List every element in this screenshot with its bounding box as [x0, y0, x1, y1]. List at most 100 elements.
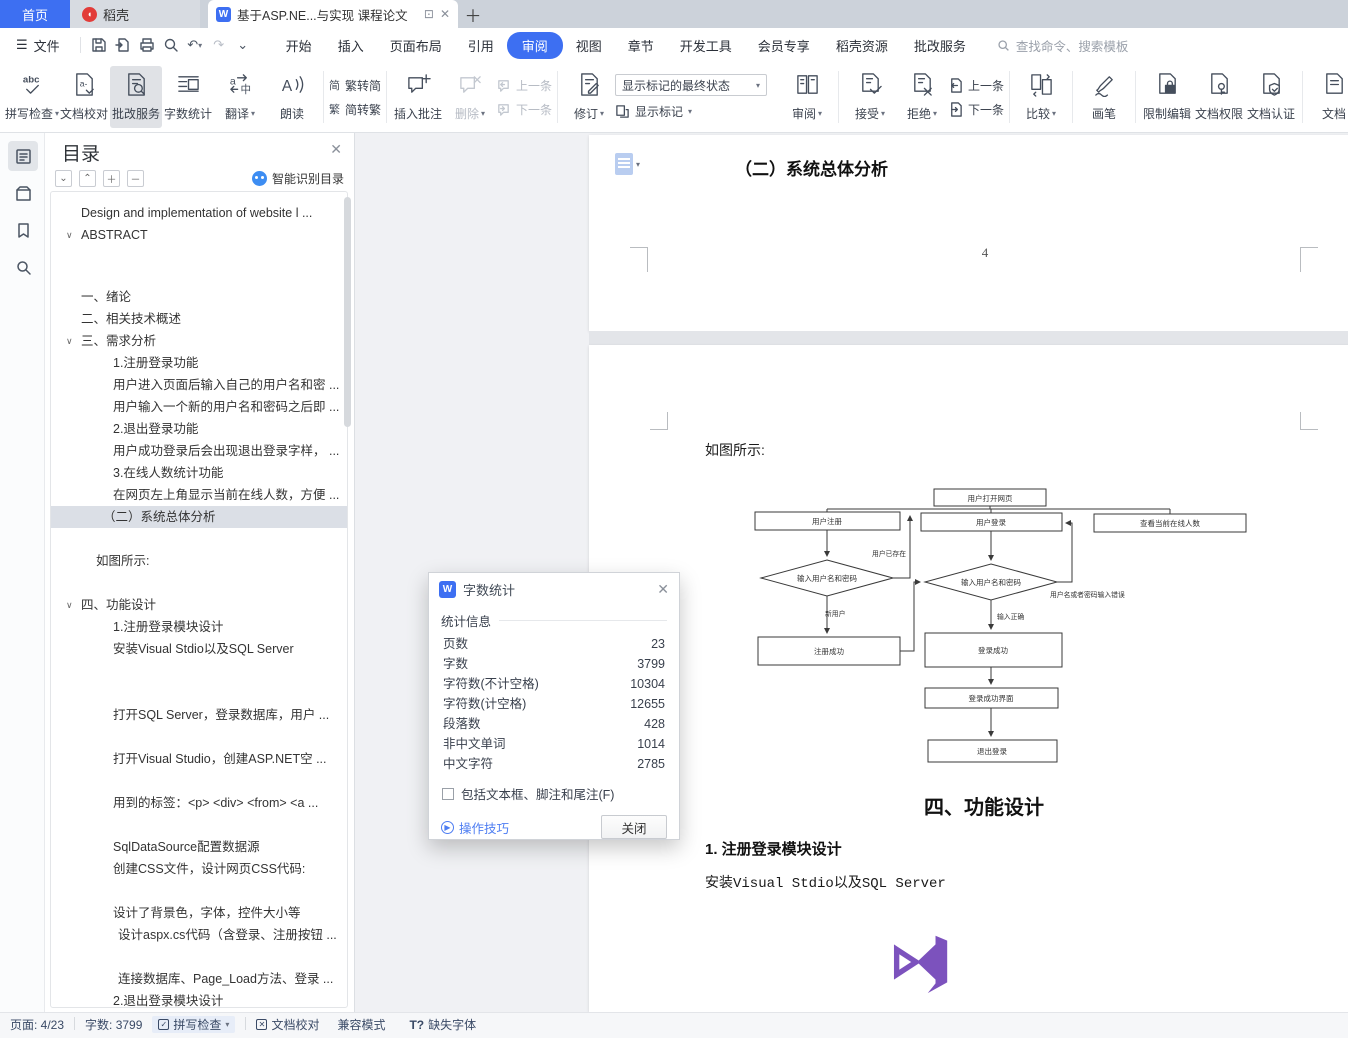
chevron-down-icon[interactable]: ∨	[66, 594, 73, 616]
menu-docer-resources[interactable]: 稻壳资源	[823, 32, 901, 59]
toc-zoom-in-button[interactable]: ＋	[103, 170, 120, 187]
change-next-button[interactable]: 下一条	[948, 101, 1004, 118]
toc-item[interactable]: 2.退出登录模块设计	[51, 990, 347, 1007]
toc-item[interactable]: ∨ ABSTRACT	[51, 224, 347, 246]
proofread-button[interactable]: a- 文档校对	[58, 66, 110, 128]
toc-expand-all-button[interactable]: ⌄	[55, 170, 72, 187]
markup-state-select[interactable]: 显示标记的最终状态 ▾	[615, 74, 768, 96]
system-flowchart-image[interactable]: 用户打开网页 用户注册 用户登录 查看当前在线人数 输入用户名和密码 输入用户名…	[740, 478, 1300, 770]
toc-item[interactable]: 设计aspx.cs代码（含登录、注册按钮 ...	[51, 924, 347, 946]
pen-button[interactable]: 画笔	[1078, 66, 1130, 128]
word-count-indicator[interactable]: 字数: 3799	[85, 1016, 142, 1033]
spell-check-toggle[interactable]: ✓ 拼写检查 ▾	[152, 1016, 236, 1033]
read-aloud-button[interactable]: A 朗读	[266, 66, 318, 128]
menu-references[interactable]: 引用	[455, 32, 507, 59]
menu-view[interactable]: 视图	[563, 32, 615, 59]
toc-item[interactable]: 1.注册登录功能	[51, 352, 347, 374]
toc-item[interactable]: 连接数据库、Page_Load方法、登录 ...	[51, 968, 347, 990]
insert-comment-button[interactable]: 插入批注	[392, 66, 444, 128]
toc-item[interactable]: ∨ 三、需求分析	[51, 330, 347, 352]
tab-home[interactable]: 首页	[0, 0, 70, 28]
checkbox-icon[interactable]	[442, 787, 454, 800]
toc-item[interactable]: 打开SQL Server，登录数据库，用户 ...	[51, 704, 347, 726]
proofread-toggle[interactable]: ✕ 文档校对	[256, 1016, 319, 1033]
toc-item[interactable]: ∨ 四、功能设计	[51, 594, 347, 616]
toc-collapse-all-button[interactable]: ⌃	[79, 170, 96, 187]
doc-permission-button[interactable]: 文档权限	[1193, 66, 1245, 128]
clipboard-panel-button[interactable]	[8, 178, 38, 208]
bookmark-panel-button[interactable]	[8, 215, 38, 245]
toc-item[interactable]: 二、相关技术概述	[51, 308, 347, 330]
word-count-button[interactable]: 字数统计	[162, 66, 214, 128]
toc-item[interactable]: 用户成功登录后会出现退出登录字样， ...	[51, 440, 347, 462]
toc-item[interactable]: 创建CSS文件，设计网页CSS代码:	[51, 858, 347, 880]
print-preview-button[interactable]	[159, 34, 183, 56]
close-icon[interactable]: ✕	[330, 141, 342, 158]
correction-service-button[interactable]: 批改服务	[110, 66, 162, 128]
export-button[interactable]	[111, 34, 135, 56]
print-button[interactable]	[135, 34, 159, 56]
toc-item-selected[interactable]: （二）系统总体分析	[51, 506, 347, 528]
review-pane-button[interactable]: 审阅 ▾	[781, 66, 833, 128]
comment-prev-button[interactable]: 上一条	[496, 77, 552, 94]
chevron-down-icon[interactable]: ∨	[66, 330, 73, 352]
show-markup-button[interactable]: 显示标记 ▾	[615, 103, 767, 120]
toc-item[interactable]: 设计了背景色，字体，控件大小等	[51, 902, 347, 924]
chevron-down-icon[interactable]: ∨	[66, 224, 73, 246]
close-tab-icon[interactable]: ✕	[440, 7, 450, 21]
screen-share-icon[interactable]: ⊡	[424, 7, 434, 21]
restrict-editing-button[interactable]: 限制编辑	[1141, 66, 1193, 128]
toc-item[interactable]: 3.在线人数统计功能	[51, 462, 347, 484]
toc-item[interactable]: 用户输入一个新的用户名和密码之后即 ...	[51, 396, 347, 418]
document-page-5[interactable]: 如图所示: 用户打开网页 用户注册 用户登录 查看当前在线人数 输入用户名和密码…	[589, 345, 1348, 1012]
menu-insert[interactable]: 插入	[325, 32, 377, 59]
tab-docer[interactable]: ◖ 稻壳	[70, 0, 200, 28]
dialog-title-bar[interactable]: W 字数统计 ✕	[429, 573, 679, 605]
doc-partial-button[interactable]: 文档	[1308, 66, 1348, 128]
comment-next-button[interactable]: 下一条	[496, 101, 552, 118]
change-prev-button[interactable]: 上一条	[948, 77, 1004, 94]
reject-change-button[interactable]: 拒绝 ▾	[896, 66, 948, 128]
toc-item[interactable]: 打开Visual Studio，创建ASP.NET空 ...	[51, 748, 347, 770]
close-icon[interactable]: ✕	[657, 581, 669, 598]
smart-recognition-button[interactable]: 智能识别目录	[251, 170, 344, 187]
toc-item[interactable]: 安装Visual Stdio以及SQL Server	[51, 638, 347, 660]
undo-button[interactable]: ↶ ▾	[183, 34, 207, 56]
page-indicator[interactable]: 页面: 4/23	[10, 1016, 64, 1033]
menu-dev-tools[interactable]: 开发工具	[667, 32, 745, 59]
compare-button[interactable]: 比较 ▾	[1015, 66, 1067, 128]
spell-check-button[interactable]: abc 拼写检查 ▾	[5, 66, 59, 128]
find-panel-button[interactable]	[8, 252, 38, 282]
accept-change-button[interactable]: 接受 ▾	[844, 66, 896, 128]
toc-item[interactable]: 1.注册登录模块设计	[51, 616, 347, 638]
doc-certification-button[interactable]: 文档认证	[1245, 66, 1297, 128]
toc-scrollbar-thumb[interactable]	[344, 197, 351, 427]
toc-zoom-out-button[interactable]: －	[127, 170, 144, 187]
compat-mode-indicator[interactable]: 兼容模式	[337, 1016, 385, 1033]
menu-page-layout[interactable]: 页面布局	[377, 32, 455, 59]
visual-studio-logo[interactable]	[884, 927, 954, 997]
outline-panel-button[interactable]	[8, 141, 38, 171]
toc-item[interactable]: 用到的标签：<p> <div> <from> <a ...	[51, 792, 347, 814]
track-changes-button[interactable]: 修订 ▾	[563, 66, 615, 128]
close-dialog-button[interactable]: 关闭	[601, 815, 667, 839]
menu-review[interactable]: 审阅	[506, 31, 563, 59]
save-button[interactable]	[87, 34, 111, 56]
tips-link[interactable]: ▶ 操作技巧	[441, 818, 509, 837]
redo-button[interactable]: ↷	[207, 34, 231, 56]
command-search-box[interactable]: 查找命令、搜索模板	[997, 36, 1128, 55]
toc-item[interactable]: Design and implementation of website l .…	[51, 202, 347, 224]
toc-item[interactable]: 如图所示:	[51, 550, 347, 572]
delete-comment-button[interactable]: 删除 ▾	[444, 66, 496, 128]
menu-member[interactable]: 会员专享	[745, 32, 823, 59]
document-page-4[interactable]: ▾ （二）系统总体分析 4	[589, 135, 1348, 331]
toc-item[interactable]: 用户进入页面后输入自己的用户名和密 ...	[51, 374, 347, 396]
menu-correction-service[interactable]: 批改服务	[901, 32, 979, 59]
toc-item[interactable]: SqlDataSource配置数据源	[51, 836, 347, 858]
translate-button[interactable]: a中 翻译 ▾	[214, 66, 266, 128]
tab-document[interactable]: W 基于ASP.NE...与实现 课程论文 ⊡ ✕	[208, 0, 458, 28]
paragraph-options-button[interactable]: ▾	[615, 153, 640, 175]
menu-home[interactable]: 开始	[273, 32, 325, 59]
simp-to-trad-button[interactable]: 繁简转繁	[329, 101, 381, 118]
toc-item[interactable]: 2.退出登录功能	[51, 418, 347, 440]
